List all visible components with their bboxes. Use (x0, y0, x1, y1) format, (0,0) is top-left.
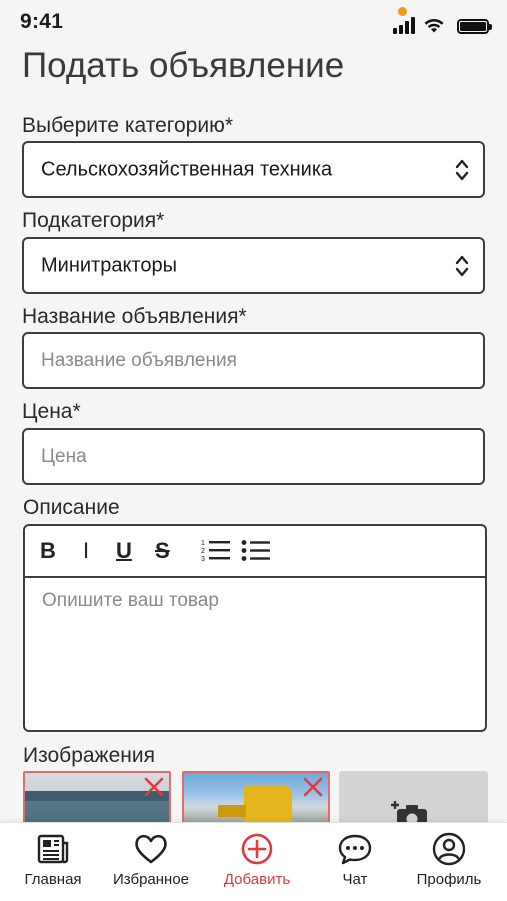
price-input[interactable]: Цена (22, 428, 485, 485)
user-circle-icon (432, 832, 466, 866)
description-label: Описание (23, 496, 120, 519)
chat-bubble-icon (338, 834, 372, 865)
price-placeholder: Цена (41, 445, 87, 467)
nav-item-chat[interactable]: Чат (305, 831, 405, 897)
price-label: Цена* (22, 400, 81, 423)
plus-circle-icon (241, 833, 273, 865)
nav-item-profile[interactable]: Профиль (399, 831, 499, 897)
status-time: 9:41 (20, 10, 64, 33)
signal-icon (393, 17, 415, 34)
nav-label-favorites: Избранное (112, 871, 190, 888)
category-value: Сельскохозяйственная техника (41, 158, 333, 180)
svg-text:3: 3 (201, 556, 205, 563)
images-label: Изображения (23, 744, 155, 767)
chevron-updown-icon (455, 255, 469, 276)
strikethrough-button[interactable]: S (155, 538, 170, 564)
chevron-updown-icon (455, 159, 469, 180)
page-title: Подать объявление (22, 46, 345, 85)
svg-text:2: 2 (201, 548, 205, 555)
italic-button[interactable]: I (83, 538, 89, 564)
description-editor[interactable]: B I U S 1 2 3 Опишите ваш товар (23, 524, 487, 732)
nav-label-profile: Профиль (416, 871, 482, 888)
ad-title-placeholder: Название объявления (41, 349, 237, 371)
remove-image-icon[interactable] (301, 775, 325, 799)
category-label: Выберите категорию* (22, 114, 234, 137)
ad-title-input[interactable]: Название объявления (22, 332, 485, 389)
heart-icon (135, 834, 167, 864)
nav-label-home: Главная (24, 871, 82, 888)
nav-item-add[interactable]: Добавить (207, 831, 307, 897)
ordered-list-icon[interactable]: 1 2 3 (201, 538, 231, 564)
category-select[interactable]: Сельскохозяйственная техника (22, 141, 485, 198)
nav-label-chat: Чат (342, 871, 368, 888)
wifi-icon (424, 18, 444, 33)
description-placeholder: Опишите ваш товар (42, 590, 219, 611)
underline-button[interactable]: U (116, 538, 132, 564)
nav-label-add: Добавить (223, 871, 291, 888)
bottom-nav: Главная Избранное Добавить Чат Профиль (0, 822, 507, 901)
svg-text:1: 1 (201, 540, 205, 547)
ad-title-label: Название объявления* (22, 305, 247, 328)
remove-image-icon[interactable] (142, 775, 166, 799)
battery-icon (457, 19, 492, 34)
status-bar: 9:41 (0, 0, 507, 44)
subcategory-select[interactable]: Минитракторы (22, 237, 485, 294)
bullet-list-icon[interactable] (241, 538, 271, 564)
status-icons (393, 14, 492, 34)
nav-item-favorites[interactable]: Избранное (101, 831, 201, 897)
bold-button[interactable]: B (40, 538, 56, 564)
subcategory-label: Подкатегория* (22, 209, 165, 232)
subcategory-value: Минитракторы (41, 254, 177, 276)
nav-item-home[interactable]: Главная (3, 831, 103, 897)
editor-toolbar: B I U S 1 2 3 (25, 526, 485, 578)
newspaper-icon (37, 834, 69, 864)
